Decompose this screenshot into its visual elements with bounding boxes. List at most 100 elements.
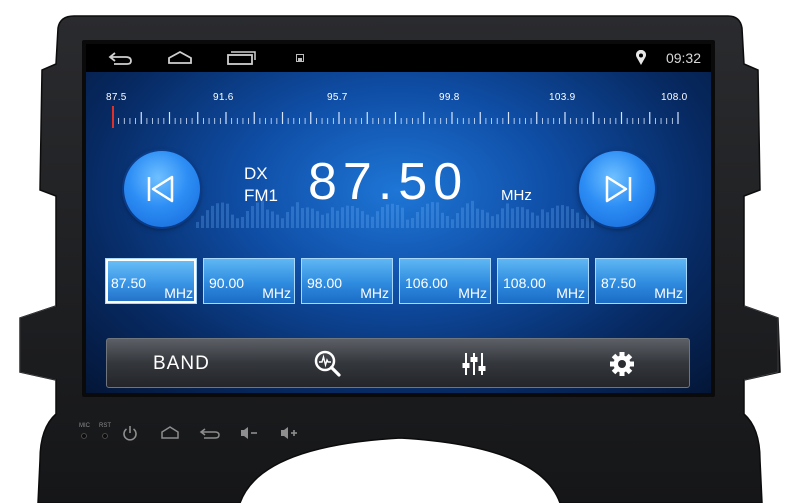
volume-up-icon[interactable] — [279, 424, 299, 442]
preset-frequency: 90.00 — [209, 275, 245, 291]
back-icon[interactable] — [108, 49, 134, 67]
spectrum-bar — [376, 211, 379, 228]
spectrum-bar — [456, 213, 459, 228]
preset-button-4[interactable]: 106.00 MHz — [399, 258, 491, 304]
spectrum-bar — [206, 210, 209, 228]
spectrum-bar — [256, 202, 259, 228]
preset-unit: MHz — [164, 285, 193, 301]
spectrum-bar — [271, 211, 274, 228]
spectrum-bar — [571, 208, 574, 228]
screenshot-icon — [296, 54, 304, 62]
preset-frequency: 108.00 — [503, 275, 546, 291]
volume-down-icon[interactable] — [239, 424, 259, 442]
seek-next-button[interactable] — [579, 151, 655, 227]
power-icon[interactable] — [122, 424, 138, 442]
current-frequency: 87.50 — [308, 153, 469, 211]
spectrum-bar — [321, 214, 324, 228]
spectrum-bar — [511, 208, 514, 228]
spectrum-bar — [506, 203, 509, 228]
scale-label: 108.0 — [661, 92, 688, 103]
spectrum-bar — [556, 205, 559, 228]
spectrum-bar — [491, 216, 494, 228]
preset-button-3[interactable]: 98.00 MHz — [301, 258, 393, 304]
spectrum-bar — [451, 219, 454, 228]
scale-label: 95.7 — [327, 92, 348, 103]
status-bar: 09:32 — [86, 44, 711, 72]
spectrum-bar — [231, 214, 234, 228]
preset-unit: MHz — [654, 285, 683, 301]
home-icon[interactable] — [166, 49, 194, 67]
home-icon[interactable] — [160, 424, 180, 442]
spectrum-bar — [521, 207, 524, 228]
spectrum-bar — [476, 208, 479, 228]
band-button[interactable]: BAND — [153, 353, 210, 375]
preset-button-6[interactable]: 87.50 MHz — [595, 258, 687, 304]
mic-label: MIC — [79, 423, 90, 429]
settings-gear-icon[interactable] — [607, 349, 637, 379]
back-icon[interactable] — [199, 424, 221, 442]
spectrum-bar — [541, 209, 544, 228]
equalizer-icon[interactable] — [459, 349, 489, 379]
spectrum-bar — [551, 208, 554, 228]
spectrum-bar — [236, 218, 239, 228]
preset-button-2[interactable]: 90.00 MHz — [203, 258, 295, 304]
preset-frequency: 106.00 — [405, 275, 448, 291]
mic-hole — [81, 433, 87, 439]
spectrum-bar — [526, 209, 529, 228]
spectrum-bar — [496, 214, 499, 228]
spectrum-bar — [246, 210, 249, 228]
spectrum-bar — [296, 202, 299, 228]
spectrum-bar — [281, 218, 284, 228]
spectrum-bar — [536, 215, 539, 228]
rst-label: RST — [99, 423, 111, 429]
spectrum-bar — [441, 212, 444, 228]
spectrum-bar — [211, 205, 214, 228]
spectrum-bar — [371, 216, 374, 228]
preset-button-1[interactable]: 87.50 MHz — [105, 258, 197, 304]
dx-mode-label[interactable]: DX — [244, 164, 268, 184]
spectrum-bar — [546, 212, 549, 228]
preset-unit: MHz — [360, 285, 389, 301]
radio-screen: 09:32 87.5 91.6 95.7 99.8 103.9 108.0 DX — [86, 44, 711, 393]
preset-button-5[interactable]: 108.00 MHz — [497, 258, 589, 304]
location-pin-icon — [636, 50, 646, 65]
spectrum-bar — [291, 206, 294, 228]
spectrum-bar — [201, 215, 204, 228]
spectrum-bar — [471, 200, 474, 228]
car-head-unit: 09:32 87.5 91.6 95.7 99.8 103.9 108.0 DX — [0, 0, 800, 503]
bottom-toolbar: BAND — [106, 338, 690, 388]
spectrum-bar — [276, 214, 279, 228]
scale-label: 99.8 — [439, 92, 460, 103]
spectrum-bar — [366, 214, 369, 228]
spectrum-bar — [446, 216, 449, 228]
spectrum-bar — [266, 209, 269, 228]
preset-unit: MHz — [458, 285, 487, 301]
reset-button[interactable] — [101, 432, 109, 440]
spectrum-bar — [316, 211, 319, 228]
spectrum-bar — [251, 205, 254, 228]
spectrum-bar — [501, 208, 504, 228]
spectrum-bar — [531, 212, 534, 228]
spectrum-bar — [226, 203, 229, 228]
spectrum-bar — [561, 205, 564, 228]
spectrum-bar — [326, 213, 329, 228]
frequency-unit: MHz — [501, 187, 532, 204]
spectrum-bar — [241, 216, 244, 228]
spectrum-bar — [566, 206, 569, 228]
spectrum-bar — [361, 211, 364, 228]
preset-frequency: 87.50 — [601, 275, 637, 291]
band-label: FM1 — [244, 186, 278, 205]
seek-previous-button[interactable] — [124, 151, 200, 227]
spectrum-bar — [411, 217, 414, 228]
frequency-scale[interactable] — [86, 72, 711, 134]
clock: 09:32 — [665, 50, 701, 66]
spectrum-bar — [416, 212, 419, 228]
spectrum-bar — [481, 209, 484, 228]
scale-label: 103.9 — [549, 92, 576, 103]
seek-next-icon — [605, 175, 632, 203]
scale-label: 91.6 — [213, 92, 234, 103]
spectrum-bar — [221, 202, 224, 228]
spectrum-bar — [516, 206, 519, 228]
recent-apps-icon[interactable] — [226, 49, 256, 67]
scan-search-icon[interactable] — [313, 349, 343, 379]
